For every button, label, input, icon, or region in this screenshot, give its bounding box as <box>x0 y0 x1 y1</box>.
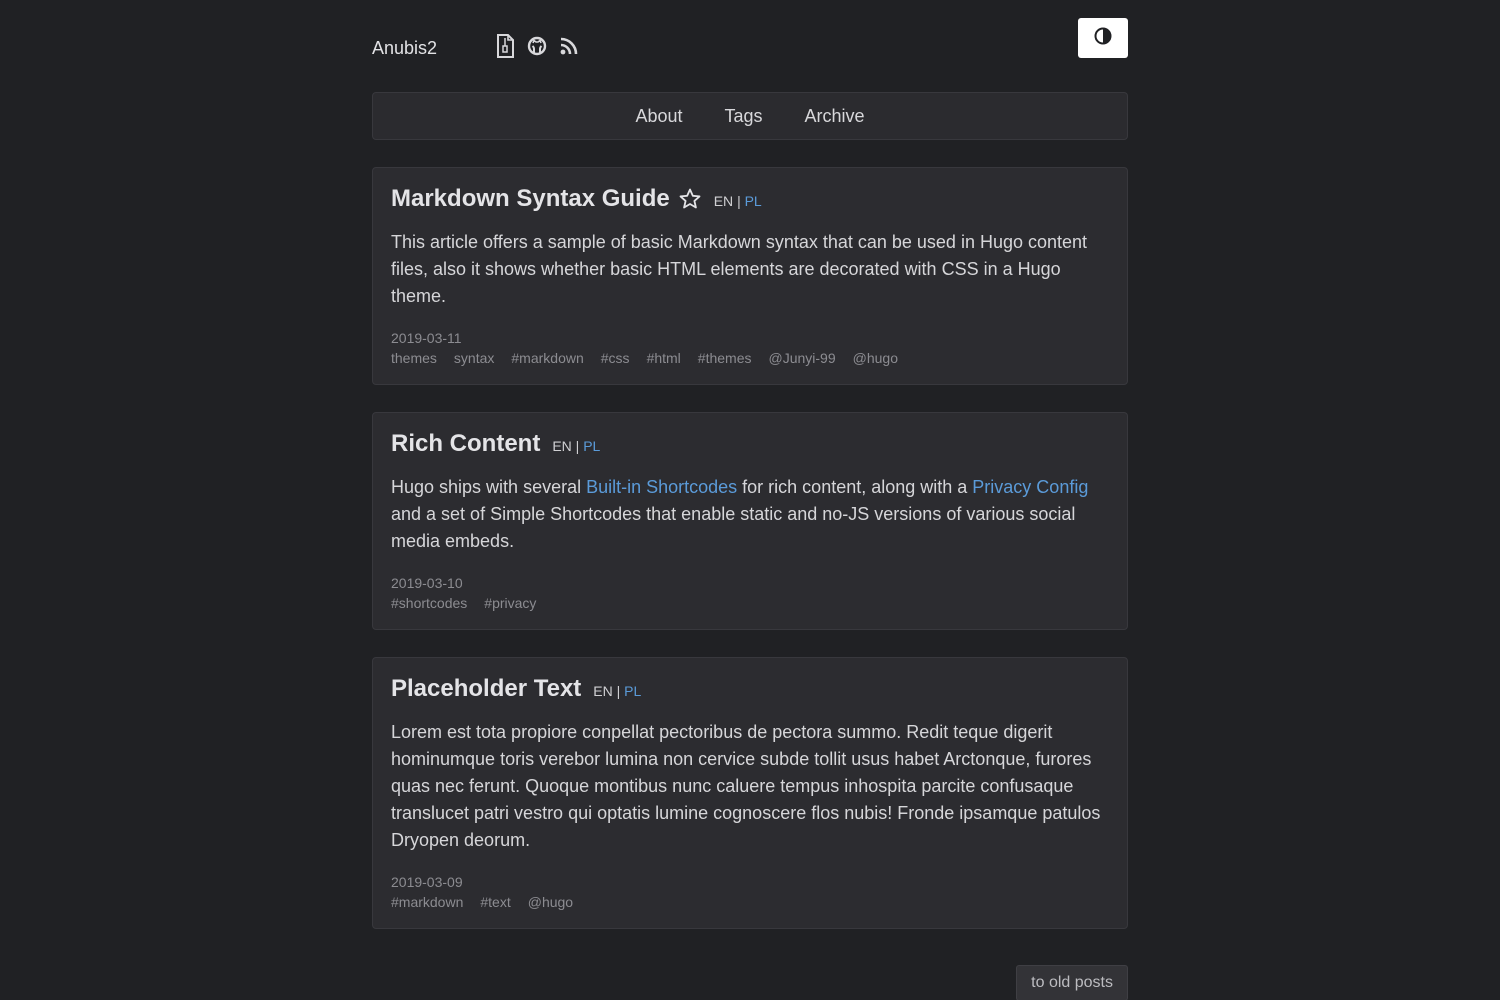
page-wrapper: Anubis2 About Tags Archive Markdown Synt… <box>372 0 1128 1000</box>
tag-link[interactable]: @hugo <box>528 894 573 910</box>
post-summary: Lorem est tota propiore conpellat pector… <box>391 722 1101 850</box>
lang-separator: | <box>616 683 621 699</box>
lang-link-pl[interactable]: PL <box>745 193 762 209</box>
social-links <box>494 34 580 58</box>
tag-link[interactable]: #markdown <box>391 894 463 910</box>
resume-icon[interactable] <box>494 34 516 58</box>
language-switch: EN | PL <box>552 438 600 454</box>
github-icon[interactable] <box>526 34 548 58</box>
privacy-config-link[interactable]: Privacy Config <box>972 477 1088 497</box>
post-tags: themes syntax #markdown #css #html #them… <box>391 350 1109 366</box>
post-title[interactable]: Markdown Syntax Guide <box>391 185 670 213</box>
summary-text: Hugo ships with several <box>391 477 587 497</box>
post-header: Rich Content EN | PL <box>391 430 1109 458</box>
post-date: 2019-03-10 <box>391 575 463 591</box>
post-card: Markdown Syntax Guide EN | PL This artic… <box>372 167 1128 385</box>
summary-text: for rich content, along with a <box>737 477 973 497</box>
post-summary: Hugo ships with several Built-in Shortco… <box>391 474 1109 555</box>
rss-icon[interactable] <box>558 34 580 58</box>
tag-link[interactable]: #themes <box>698 350 752 366</box>
tag-link[interactable]: #css <box>601 350 630 366</box>
language-switch: EN | PL <box>714 193 762 209</box>
built-in-shortcodes-link[interactable]: Built-in Shortcodes <box>586 477 737 497</box>
lang-separator: | <box>575 438 580 454</box>
tag-link[interactable]: themes <box>391 350 437 366</box>
post-title[interactable]: Placeholder Text <box>391 675 581 703</box>
tag-link[interactable]: @Junyi-99 <box>769 350 836 366</box>
post-header: Placeholder Text EN | PL <box>391 675 1109 703</box>
contrast-icon <box>1093 26 1113 51</box>
lang-separator: | <box>737 193 741 209</box>
tag-link[interactable]: #html <box>647 350 681 366</box>
language-switch: EN | PL <box>593 683 641 699</box>
post-summary: This article offers a sample of basic Ma… <box>391 232 1088 306</box>
site-title[interactable]: Anubis2 <box>372 38 437 59</box>
post-card: Rich Content EN | PL Hugo ships with sev… <box>372 412 1128 630</box>
site-header: Anubis2 <box>372 18 1128 76</box>
lang-current: EN <box>593 683 613 699</box>
post-date: 2019-03-11 <box>391 330 462 346</box>
summary-text: and a set of Simple Shortcodes that enab… <box>391 504 1076 551</box>
post-header: Markdown Syntax Guide EN | PL <box>391 185 1109 213</box>
post-card: Placeholder Text EN | PL Lorem est tota … <box>372 657 1128 929</box>
nav-item-about[interactable]: About <box>635 106 682 127</box>
lang-current: EN <box>713 193 734 209</box>
main-nav: About Tags Archive <box>372 92 1128 140</box>
star-icon <box>678 187 702 211</box>
post-title[interactable]: Rich Content <box>391 430 540 458</box>
theme-toggle-button[interactable] <box>1078 18 1128 58</box>
lang-link-pl[interactable]: PL <box>583 438 600 454</box>
post-date: 2019-03-09 <box>391 874 463 890</box>
tag-link[interactable]: @hugo <box>853 350 898 366</box>
tag-link[interactable]: syntax <box>454 350 494 366</box>
nav-item-archive[interactable]: Archive <box>805 106 865 127</box>
tag-link[interactable]: #privacy <box>484 595 536 611</box>
lang-current: EN <box>552 438 572 454</box>
lang-link-pl[interactable]: PL <box>624 683 641 699</box>
tag-link[interactable]: #markdown <box>511 350 583 366</box>
tag-link[interactable]: #shortcodes <box>391 595 467 611</box>
older-posts-button[interactable]: to old posts <box>1016 965 1128 1000</box>
post-tags: #markdown #text @hugo <box>391 894 1109 910</box>
tag-link[interactable]: #text <box>480 894 510 910</box>
nav-item-tags[interactable]: Tags <box>724 106 762 127</box>
post-tags: #shortcodes #privacy <box>391 595 1109 611</box>
